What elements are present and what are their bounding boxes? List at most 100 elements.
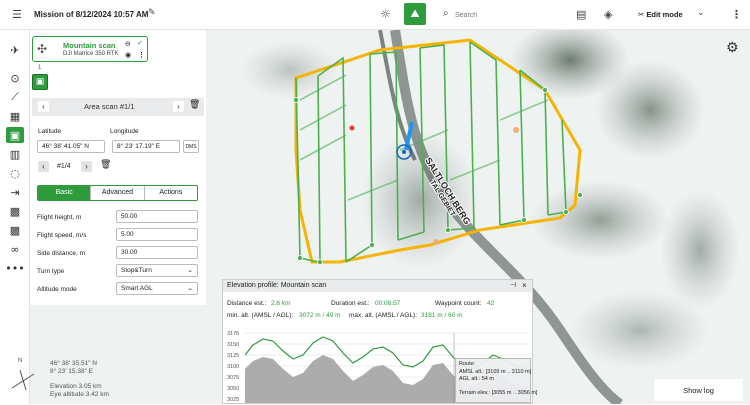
dms-toggle[interactable]: DMS — [183, 140, 199, 153]
delete-scan-icon[interactable]: 🗑 — [189, 100, 200, 110]
grid-scan-icon[interactable]: ▦ — [6, 108, 24, 124]
edit-title-icon[interactable]: ✎ — [148, 8, 156, 18]
mission-index: 1 — [38, 65, 42, 71]
turn-type-value: Stop&Turn — [121, 267, 152, 274]
flight-speed-label: Flight speed, m/s — [37, 232, 87, 239]
turn-type-label: Turn type — [37, 268, 65, 275]
turn-type-select[interactable]: Stop&Turn ⌄ — [116, 264, 198, 277]
more-tools-icon[interactable]: ••• — [5, 260, 24, 276]
waypoint-label: Waypoint count: — [435, 300, 482, 307]
drone-model: DJI Matrice 350 RTK — [63, 51, 119, 57]
side-distance-input[interactable]: 30.00 — [116, 246, 198, 259]
latitude-input[interactable]: 46° 38' 41.05" N — [37, 140, 105, 153]
edit-mode-button[interactable]: ✂ Edit mode — [638, 10, 683, 19]
card-more-icon[interactable]: ⋮ — [138, 51, 145, 59]
flight-speed-input[interactable]: 5.00 — [116, 228, 198, 241]
waypoint-value: 42 — [487, 300, 495, 307]
compass-n: N — [18, 358, 23, 364]
longitude-label: Longitude — [110, 128, 139, 135]
layers-icon[interactable]: ◈ — [604, 8, 612, 21]
y-tick: 3050 — [227, 386, 239, 392]
next-point-button[interactable]: › — [81, 161, 92, 172]
photo-scan-2-icon[interactable]: ▩ — [6, 222, 24, 238]
y-tick: 3175 — [227, 331, 239, 337]
area-scan-header: ‹ Area scan #1/1 › 🗑 — [32, 98, 204, 116]
elevation-profile-panel: Elevation profile: Mountain scan ⊣ × Dis… — [222, 279, 538, 404]
search-input[interactable] — [455, 8, 555, 22]
distance-label: Distance est.: — [227, 300, 267, 307]
max-alt-label: max. alt. (AMSL / AGL): — [349, 312, 418, 319]
mission-title: Mission of 8/12/2024 10:57 AM — [34, 10, 149, 19]
close-icon[interactable]: × — [522, 281, 527, 290]
duration-value: 00:08:57 — [375, 300, 401, 307]
previous-scan-button[interactable]: ‹ — [38, 101, 49, 112]
previous-point-button[interactable]: ‹ — [38, 161, 49, 172]
mission-name: Mountain scan — [63, 41, 116, 50]
tooltip-agl: AGL alt.: 54 m — [459, 376, 494, 382]
link-icon[interactable]: ∞ — [6, 241, 24, 257]
mission-panel: ✣ Mountain scan DJI Matrice 350 RTK ⊖ ✓ … — [30, 30, 206, 305]
scan-list-item[interactable]: ▣ — [32, 74, 48, 90]
notes-icon[interactable]: ▤ — [576, 8, 586, 21]
tooltip-terrain: Terrain elev.: [3055 m .. 3056 m] — [459, 389, 538, 396]
y-tick: 3125 — [227, 353, 239, 359]
pin-icon[interactable]: ⊙ — [6, 70, 24, 86]
altitude-mode-select[interactable]: Smart AGL ⌄ — [116, 282, 198, 295]
show-log-label: Show log — [683, 385, 714, 395]
compass-icon — [11, 369, 35, 391]
route-icon[interactable]: ⟋ — [6, 89, 24, 105]
tab-actions[interactable]: Actions — [143, 186, 197, 200]
latitude-label: Latitude — [38, 128, 62, 135]
mission-card[interactable]: ✣ Mountain scan DJI Matrice 350 RTK ⊖ ✓ … — [32, 36, 148, 62]
facade-icon[interactable]: ⇥ — [6, 184, 24, 200]
y-tick: 3150 — [227, 342, 239, 348]
elevation-readout: Elevation 3.05 km — [50, 383, 102, 390]
next-scan-button[interactable]: › — [173, 101, 184, 112]
orbit-icon[interactable]: ◌ — [6, 165, 24, 181]
cursor-longitude: 8° 23' 15.38" E — [50, 368, 94, 375]
tab-bar: Basic Advanced Actions — [37, 185, 198, 201]
terrain-button[interactable]: ⛰ — [404, 3, 426, 25]
lock-icon[interactable]: ⊖ — [125, 40, 131, 48]
eye-icon[interactable]: ◉ — [125, 51, 131, 59]
y-tick: 3025 — [227, 397, 239, 403]
side-distance-label: Side distance, m — [37, 250, 86, 257]
distance-value: 2.6 km — [271, 300, 291, 307]
eye-altitude-readout: Eye altitude 3.42 km — [50, 391, 109, 398]
altitude-mode-value: Smart AGL — [121, 285, 153, 292]
y-tick: 3100 — [227, 364, 239, 370]
check-icon: ✓ — [137, 39, 143, 47]
tooltip-route-label: Route: — [459, 361, 476, 367]
top-bar: ☰ Mission of 8/12/2024 10:57 AM ✎ ☼ ⛰ ⌕ … — [0, 0, 750, 30]
max-alt-value: 3181 m / 60 m — [421, 312, 463, 319]
more-icon[interactable]: ⋮ — [731, 8, 742, 21]
mountain-icon: ⛰ — [410, 7, 420, 20]
coordinates-overlay: N 46° 38' 35.51" N 8° 23' 15.38" E Eleva… — [8, 356, 138, 401]
pin-panel-icon[interactable]: ⊣ — [510, 281, 516, 289]
drone-thumbnail-icon: ✣ — [37, 42, 48, 56]
waypoint-network-icon[interactable]: ⚙ — [726, 40, 739, 56]
edit-mode-label: Edit mode — [646, 10, 683, 19]
sun-icon[interactable]: ☼ — [380, 7, 391, 21]
area-scan-icon[interactable]: ▣ — [6, 127, 24, 143]
chevron-down-icon: ⌄ — [187, 267, 193, 274]
area-scan-item-icon: ▣ — [35, 77, 45, 87]
corridor-icon[interactable]: ▥ — [6, 146, 24, 162]
longitude-input[interactable]: 8° 23' 17.19" E — [112, 140, 180, 153]
left-toolbar: ✈ ⊙ ⟋ ▦ ▣ ▥ ◌ ⇥ ▩ ▩ ∞ ••• — [0, 30, 30, 404]
tooltip-amsl: AMSL alt.: [3109 m .. 3110 m] — [459, 368, 532, 375]
cursor-latitude: 46° 38' 35.51" N — [50, 360, 97, 367]
min-alt-label: min. alt. (AMSL / AGL): — [227, 312, 294, 319]
delete-point-icon[interactable]: 🗑 — [100, 160, 111, 170]
show-log-button[interactable]: Show log — [654, 379, 743, 401]
chevron-down-icon[interactable]: ⌄ — [697, 8, 705, 18]
photo-scan-icon[interactable]: ▩ — [6, 203, 24, 219]
chevron-down-icon: ⌄ — [187, 285, 193, 292]
tab-advanced[interactable]: Advanced — [90, 186, 143, 200]
tab-basic[interactable]: Basic — [38, 186, 91, 200]
search-icon: ⌕ — [443, 8, 449, 19]
y-tick: 3075 — [227, 375, 239, 381]
drone-icon[interactable]: ✈ — [6, 42, 24, 58]
flight-height-input[interactable]: 50.00 — [116, 210, 198, 223]
menu-icon[interactable]: ☰ — [12, 8, 22, 21]
